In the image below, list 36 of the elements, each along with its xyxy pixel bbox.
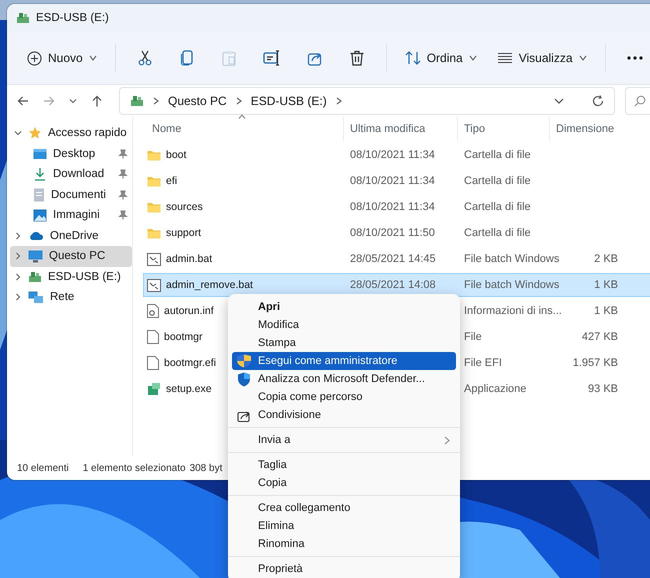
file-name: admin.bat [166, 253, 212, 265]
table-cell: File EFI [464, 357, 502, 369]
table-cell: 427 KB [582, 331, 618, 343]
file-name: boot [166, 149, 186, 161]
table-cell: Cartella di file [464, 175, 531, 187]
table-cell: 1.957 KB [572, 357, 618, 369]
table-cell: 28/05/2021 14:45 [350, 253, 436, 265]
selection-info: 1 elemento selezionato [82, 462, 186, 474]
item-count: 10 elementi [17, 462, 69, 474]
table-cell: 08/10/2021 11:34 [350, 149, 435, 161]
table-cell: File [464, 331, 482, 343]
table-cell: Cartella di file [464, 201, 531, 213]
table-cell: 08/10/2021 11:34 [350, 175, 435, 187]
table-cell: Informazioni di ins... [464, 305, 562, 317]
table-cell: 2 KB [594, 253, 618, 265]
table-cell: File batch Windows [464, 279, 560, 291]
table-cell: 08/10/2021 11:34 [350, 201, 435, 213]
file-name: support [166, 227, 202, 239]
file-name: admin_remove.bat [166, 279, 253, 291]
table-cell: Applicazione [464, 383, 526, 395]
table-cell: 1 KB [594, 279, 618, 291]
file-name: efi [166, 175, 178, 187]
table-cell: Cartella di file [464, 149, 531, 161]
window-title: ESD-USB (E:) [36, 12, 109, 24]
file-name: setup.exe [166, 383, 212, 395]
table-cell: 1 KB [594, 305, 618, 317]
file-name: bootmgr.efi [164, 357, 216, 369]
table-cell: 93 KB [588, 383, 618, 395]
table-cell: 28/05/2021 14:08 [350, 279, 436, 291]
table-cell: File batch Windows [464, 253, 560, 265]
selection-size: 308 byt [190, 462, 222, 474]
table-cell: Cartella di file [464, 227, 531, 239]
file-name: sources [166, 201, 203, 213]
table-cell: 08/10/2021 11:50 [350, 227, 435, 239]
file-name: autorun.inf [164, 305, 214, 317]
file-name: bootmgr [164, 331, 203, 343]
